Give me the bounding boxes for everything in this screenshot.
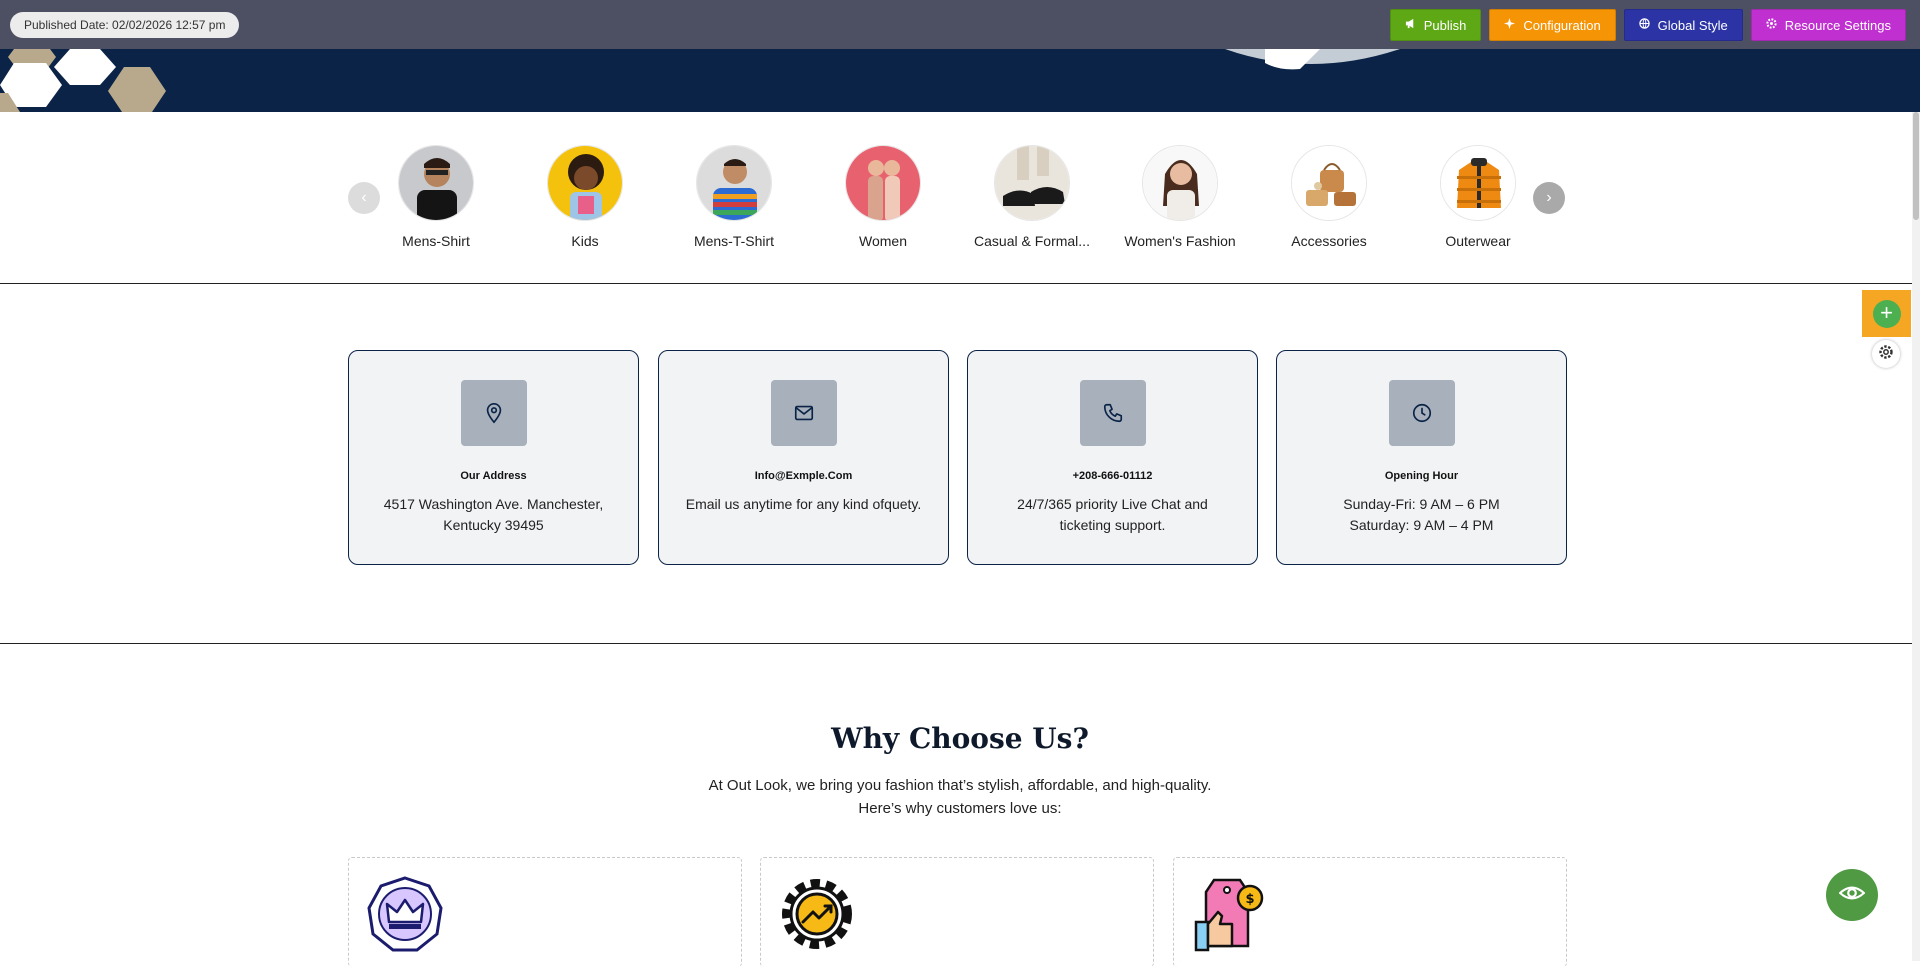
why-choose-us-subtitle: At Out Look, we bring you fashion that’s… xyxy=(0,774,1920,820)
category-item-casual-formal[interactable]: Casual & Formal... xyxy=(957,145,1107,249)
category-item-outerwear[interactable]: Outerwear xyxy=(1403,145,1553,249)
add-section-button[interactable]: + xyxy=(1862,290,1911,337)
gear-icon xyxy=(1766,18,1777,32)
why-subtitle-line-2: Here’s why customers love us: xyxy=(858,800,1062,817)
location-pin-icon xyxy=(460,380,527,446)
section-settings-button[interactable] xyxy=(1872,340,1900,368)
clock-icon xyxy=(1388,380,1455,446)
info-card-title: Our Address xyxy=(460,470,527,482)
globe-icon xyxy=(1638,18,1650,32)
opening-hours-weekdays: Sunday-Fri: 9 AM – 6 PM xyxy=(1343,496,1500,512)
why-choose-us-title: Why Choose Us? xyxy=(831,722,1089,755)
plus-icon: + xyxy=(1872,299,1901,328)
info-card-text: Sunday-Fri: 9 AM – 6 PM Saturday: 9 AM –… xyxy=(1302,494,1542,536)
category-label: Mens-Shirt xyxy=(402,233,470,249)
category-image xyxy=(994,145,1070,221)
why-card-quality xyxy=(348,857,742,967)
configuration-button[interactable]: Configuration xyxy=(1489,9,1616,41)
admin-toolbar: Published Date: 02/02/2026 12:57 pm Publ… xyxy=(0,0,1920,49)
info-card-title: Opening Hour xyxy=(1384,470,1459,482)
why-subtitle-line-1: At Out Look, we bring you fashion that’s… xyxy=(708,777,1212,794)
gear-icon xyxy=(1878,344,1894,365)
publish-button[interactable]: Publish xyxy=(1389,9,1482,41)
toolbar-actions: Publish Configuration Global Style Resou… xyxy=(1389,9,1906,41)
category-image xyxy=(398,145,474,221)
info-card-text: 4517 Washington Ave. Manchester, Kentuck… xyxy=(383,496,604,533)
published-date-badge: Published Date: 02/02/2026 12:57 pm xyxy=(10,12,240,38)
category-label: Outerwear xyxy=(1445,233,1511,249)
crown-icon xyxy=(367,876,443,952)
category-label: Casual & Formal... xyxy=(974,233,1090,249)
eye-icon xyxy=(1838,880,1866,911)
category-label: Accessories xyxy=(1291,233,1367,249)
thumbs-up-price-tag-icon: $ xyxy=(1192,876,1268,952)
info-card-opening-hours: Opening Hour Sunday-Fri: 9 AM – 6 PM Sat… xyxy=(1276,350,1567,565)
category-image xyxy=(696,145,772,221)
resource-settings-button[interactable]: Resource Settings xyxy=(1750,9,1906,41)
category-item-womens-fashion[interactable]: Women's Fashion xyxy=(1105,145,1255,249)
info-card-text: Email us anytime for any kind ofquety. xyxy=(685,496,922,512)
resource-settings-label: Resource Settings xyxy=(1784,17,1891,33)
category-item-mens-shirt[interactable]: Mens-Shirt xyxy=(361,145,511,249)
category-label: Women's Fashion xyxy=(1124,233,1236,249)
megaphone-icon xyxy=(1405,18,1416,32)
category-image xyxy=(547,145,623,221)
preview-button[interactable] xyxy=(1826,869,1878,921)
category-image xyxy=(1142,145,1218,221)
hero-decoration xyxy=(0,49,1400,112)
category-image xyxy=(1440,145,1516,221)
info-card-text: 24/7/365 priority Live Chat and ticketin… xyxy=(1017,496,1208,533)
category-item-kids[interactable]: Kids xyxy=(510,145,660,249)
mail-icon xyxy=(770,380,837,446)
category-label: Kids xyxy=(571,233,599,249)
category-image xyxy=(845,145,921,221)
category-label: Women xyxy=(859,233,907,249)
publish-label: Publish xyxy=(1423,17,1467,33)
opening-hours-saturday: Saturday: 9 AM – 4 PM xyxy=(1349,517,1494,533)
info-card-title[interactable]: Info@Exmple.Com xyxy=(659,470,948,482)
why-card-price: $ xyxy=(1173,857,1567,967)
gear-growth-icon xyxy=(779,876,855,952)
chevron-right-icon: › xyxy=(1546,189,1552,206)
carousel-next-button[interactable]: › xyxy=(1533,182,1565,214)
category-carousel: ‹ Mens-Shirt Kids Mens-T-Shirt Women Cas… xyxy=(0,112,1920,284)
page-scrollbar-track[interactable] xyxy=(1912,112,1920,961)
category-label: Mens-T-Shirt xyxy=(693,233,775,249)
phone-icon xyxy=(1079,380,1146,446)
global-style-label: Global Style xyxy=(1657,17,1728,33)
global-style-button[interactable]: Global Style xyxy=(1623,9,1743,41)
info-card-title[interactable]: +208-666-01112 xyxy=(968,470,1257,482)
category-item-mens-t-shirt[interactable]: Mens-T-Shirt xyxy=(659,145,809,249)
category-image xyxy=(1291,145,1367,221)
info-card-email: Info@Exmple.Com Email us anytime for any… xyxy=(658,350,949,565)
svg-text:$: $ xyxy=(1245,892,1254,907)
contact-info-section: Our Address 4517 Washington Ave. Manches… xyxy=(0,284,1920,644)
info-card-phone: +208-666-01112 24/7/365 priority Live Ch… xyxy=(967,350,1258,565)
configuration-label: Configuration xyxy=(1523,17,1601,33)
info-card-address: Our Address 4517 Washington Ave. Manches… xyxy=(348,350,639,565)
category-item-women[interactable]: Women xyxy=(808,145,958,249)
page-scrollbar-thumb[interactable] xyxy=(1913,112,1919,220)
sparkle-icon xyxy=(1504,18,1516,32)
why-card-growth xyxy=(760,857,1154,967)
category-item-accessories[interactable]: Accessories xyxy=(1254,145,1404,249)
hero-banner xyxy=(0,49,1920,112)
